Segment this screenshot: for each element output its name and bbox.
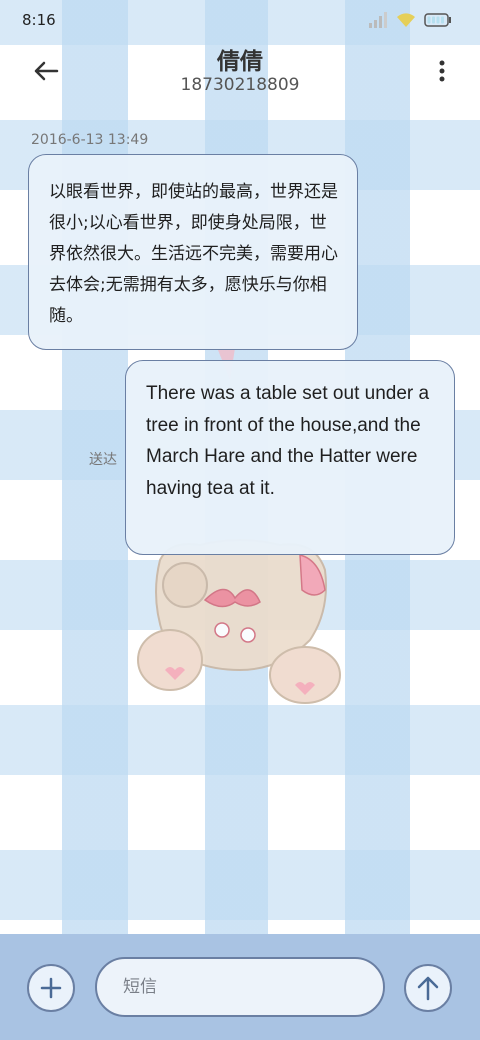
incoming-message-bubble[interactable]: 以眼看世界，即使站的最高，世界还是很小;以心看世界，即使身处局限，世界依然很大。… [28, 154, 358, 350]
message-composer [0, 934, 480, 1040]
contact-number: 18730218809 [180, 75, 300, 95]
conversation-header: 倩倩 18730218809 [0, 40, 480, 102]
outgoing-message-bubble[interactable]: There was a table set out under a tree i… [125, 360, 455, 555]
more-options-button[interactable] [430, 54, 454, 88]
signal-icon [369, 12, 387, 28]
plus-icon [40, 977, 62, 999]
more-vertical-icon [439, 60, 445, 82]
send-button[interactable] [404, 964, 452, 1012]
status-bar: 8:16 [0, 0, 480, 40]
contact-name: 倩倩 [217, 49, 263, 75]
wifi-icon [397, 13, 415, 27]
message-input[interactable] [95, 957, 385, 1017]
status-time: 8:16 [22, 11, 56, 29]
battery-icon [424, 13, 451, 27]
message-timestamp: 2016-6-13 13:49 [31, 132, 149, 148]
send-arrow-icon [417, 976, 439, 1001]
add-attachment-button[interactable] [27, 964, 75, 1012]
status-icons [368, 12, 452, 28]
delivery-status: 送达 [89, 452, 117, 468]
